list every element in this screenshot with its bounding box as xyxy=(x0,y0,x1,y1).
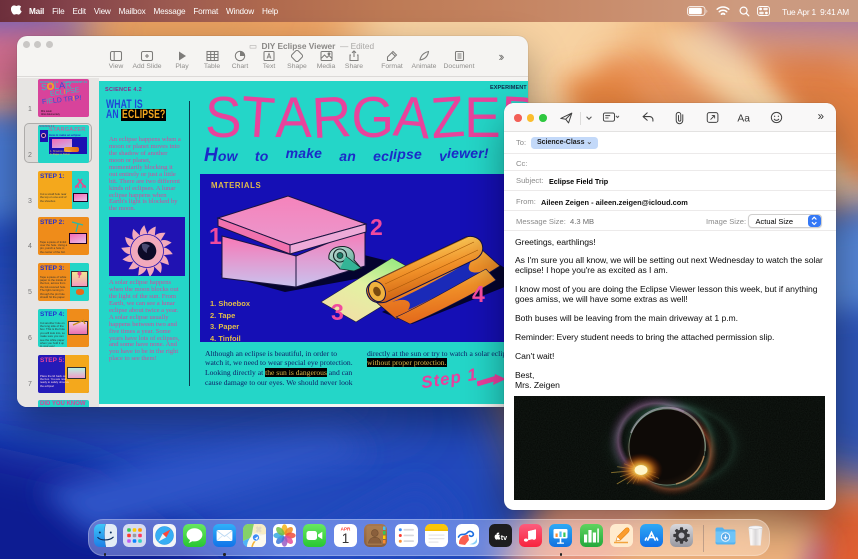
svg-text:tv: tv xyxy=(500,533,506,542)
svg-text:1: 1 xyxy=(341,531,349,546)
